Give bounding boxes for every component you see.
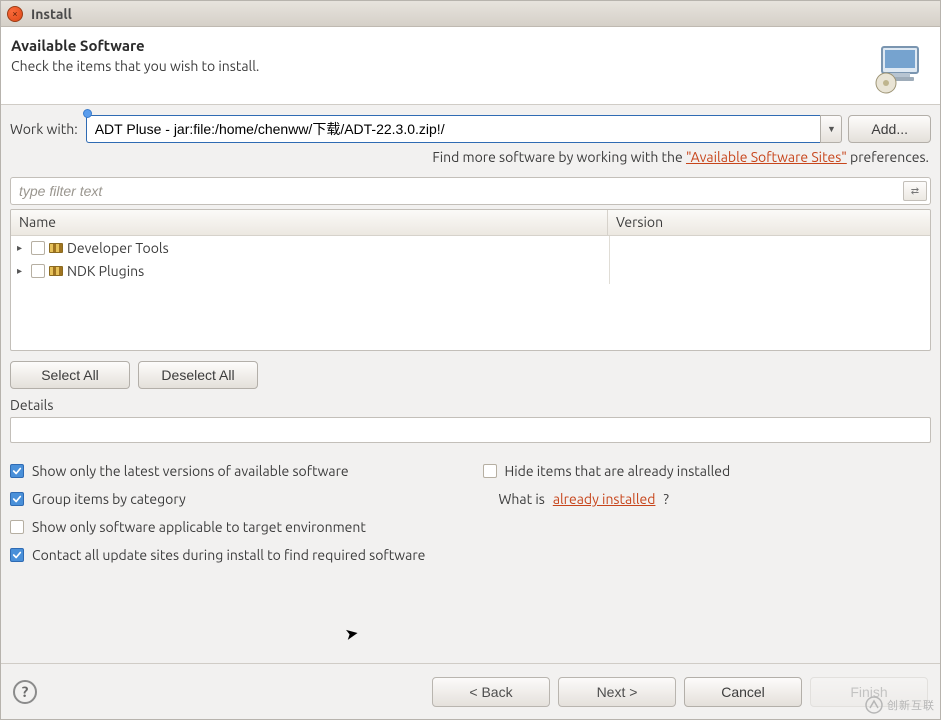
work-with-input[interactable] — [86, 115, 821, 143]
tree-item-label: Developer Tools — [67, 240, 169, 256]
checkbox[interactable] — [10, 464, 24, 478]
column-divider — [609, 236, 610, 284]
category-icon — [49, 243, 63, 253]
column-name[interactable]: Name — [11, 210, 608, 235]
details-textarea[interactable] — [10, 417, 931, 443]
install-dialog: × Install Available Software Check the i… — [0, 0, 941, 720]
dialog-header: Available Software Check the items that … — [1, 27, 940, 105]
category-icon — [49, 266, 63, 276]
install-wizard-icon — [872, 41, 926, 98]
help-icon[interactable]: ? — [13, 680, 37, 704]
checkbox[interactable] — [31, 241, 45, 255]
checkbox[interactable] — [10, 520, 24, 534]
tree-header: Name Version — [11, 210, 930, 236]
page-subtitle: Check the items that you wish to install… — [11, 58, 926, 74]
options-area: Show only the latest versions of availab… — [10, 463, 931, 563]
back-button[interactable]: < Back — [432, 677, 550, 707]
expand-icon[interactable]: ▸ — [17, 265, 27, 277]
work-with-dropdown-button[interactable]: ▼ — [820, 115, 842, 143]
options-left-col: Show only the latest versions of availab… — [10, 463, 459, 563]
next-button[interactable]: Next > — [558, 677, 676, 707]
available-software-sites-link[interactable]: "Available Software Sites" — [686, 149, 847, 165]
already-installed-info: What is already installed ? — [499, 491, 932, 507]
deselect-all-button[interactable]: Deselect All — [138, 361, 258, 389]
work-with-combo: ▼ — [86, 115, 843, 143]
checkbox[interactable] — [483, 464, 497, 478]
column-version[interactable]: Version — [608, 210, 930, 235]
already-installed-link[interactable]: already installed — [553, 491, 656, 507]
filter-row: ⇄ — [10, 177, 931, 205]
checkbox[interactable] — [10, 492, 24, 506]
tree-item-label: NDK Plugins — [67, 263, 144, 279]
tree-item-ndk-plugins[interactable]: ▸ NDK Plugins — [11, 259, 930, 282]
selection-buttons: Select All Deselect All — [10, 361, 931, 389]
opt-show-latest[interactable]: Show only the latest versions of availab… — [10, 463, 459, 479]
cancel-button[interactable]: Cancel — [684, 677, 802, 707]
add-button[interactable]: Add... — [848, 115, 931, 143]
work-with-row: Work with: ▼ Add... — [10, 115, 931, 143]
checkbox[interactable] — [31, 264, 45, 278]
expand-icon[interactable]: ▸ — [17, 242, 27, 254]
work-with-label: Work with: — [10, 121, 78, 137]
dialog-footer: ? < Back Next > Cancel Finish — [1, 663, 940, 719]
finish-button: Finish — [810, 677, 928, 707]
options-right-col: Hide items that are already installed Wh… — [483, 463, 932, 563]
tree-item-developer-tools[interactable]: ▸ Developer Tools — [11, 236, 930, 259]
software-tree: Name Version ▸ Developer Tools ▸ NDK Plu… — [10, 209, 931, 351]
tree-body: ▸ Developer Tools ▸ NDK Plugins — [11, 236, 930, 350]
field-info-badge-icon — [83, 109, 92, 118]
checkbox[interactable] — [10, 548, 24, 562]
opt-hide-installed[interactable]: Hide items that are already installed — [483, 463, 932, 479]
sites-hint: Find more software by working with the "… — [10, 149, 929, 165]
details-label: Details — [10, 397, 931, 413]
page-title: Available Software — [11, 37, 926, 54]
title-bar[interactable]: × Install — [1, 1, 940, 27]
filter-toggle-icon[interactable]: ⇄ — [903, 181, 927, 201]
select-all-button[interactable]: Select All — [10, 361, 130, 389]
close-icon[interactable]: × — [7, 6, 23, 22]
window-title: Install — [31, 6, 72, 22]
opt-group-by-category[interactable]: Group items by category — [10, 491, 459, 507]
dialog-body: Work with: ▼ Add... Find more software b… — [1, 105, 940, 663]
opt-contact-sites[interactable]: Contact all update sites during install … — [10, 547, 459, 563]
filter-input[interactable] — [10, 177, 931, 205]
opt-show-applicable[interactable]: Show only software applicable to target … — [10, 519, 459, 535]
